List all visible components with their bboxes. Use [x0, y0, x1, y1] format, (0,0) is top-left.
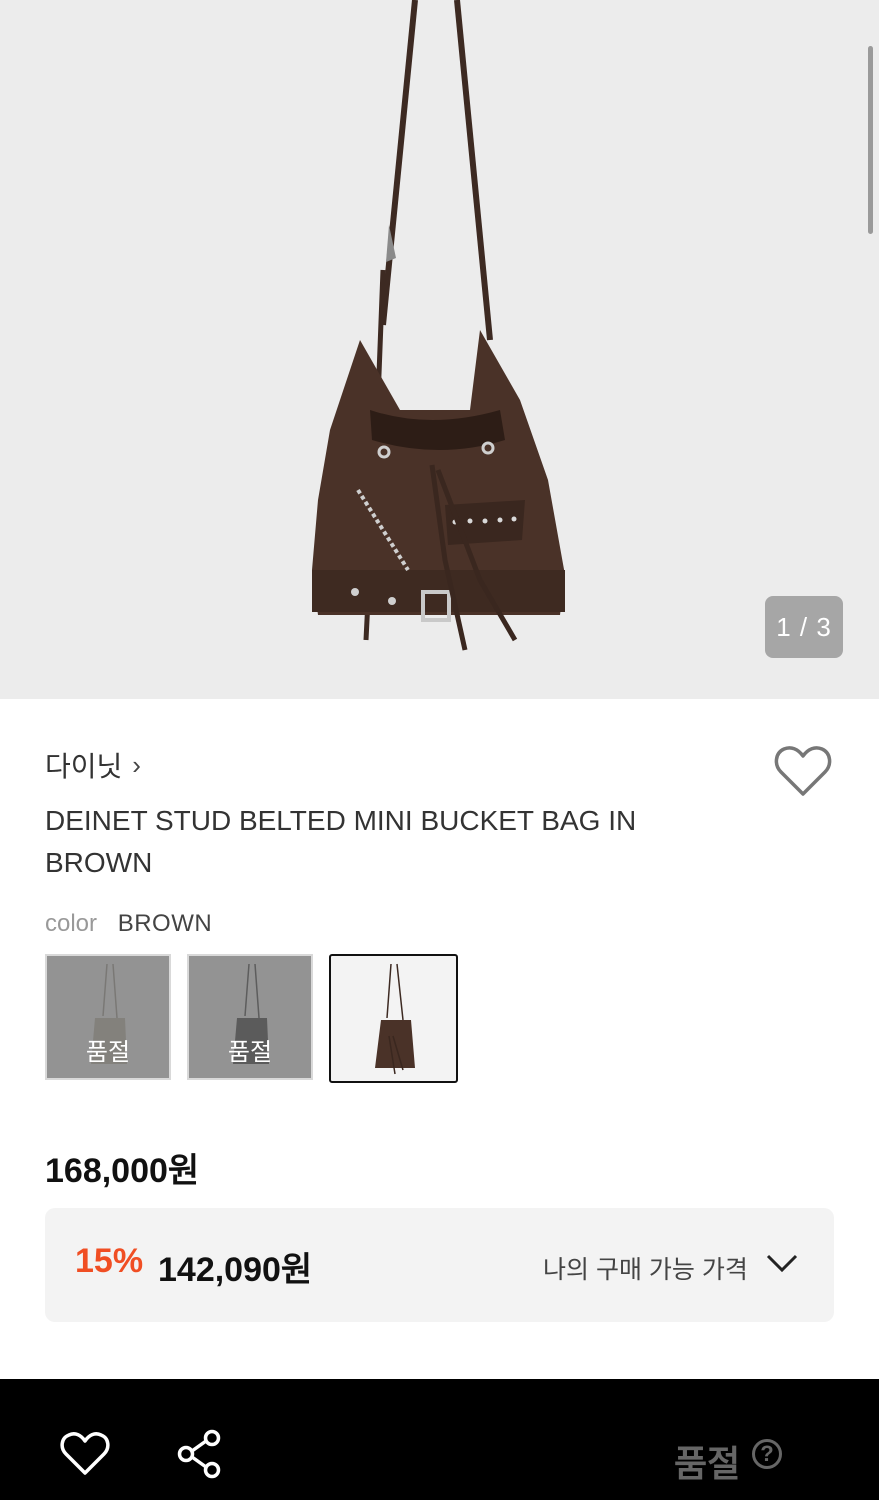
help-icon[interactable]: ?	[752, 1439, 782, 1469]
swatch-beige[interactable]: 품절	[45, 954, 171, 1080]
swatch-brown[interactable]	[329, 954, 458, 1083]
scrollbar[interactable]	[868, 46, 873, 234]
original-price: 168,000원	[45, 1152, 200, 1190]
bottom-action-bar: 품절 ?	[0, 1379, 879, 1500]
wishlist-heart-icon[interactable]	[774, 744, 832, 798]
soldout-label: 품절	[85, 1039, 131, 1066]
color-value: BROWN	[117, 910, 213, 937]
sale-price: 142,090원	[158, 1251, 313, 1289]
my-price-panel[interactable]: 15% 142,090원 나의 구매 가능 가격	[45, 1208, 834, 1322]
discount-rate: 15%	[75, 1242, 144, 1280]
color-swatches: 품절 품절	[45, 954, 474, 1083]
swatch-black[interactable]: 품절	[187, 954, 313, 1080]
color-option-row: color BROWN	[45, 910, 212, 938]
color-label: color	[45, 910, 98, 937]
swatch-bag-image	[375, 963, 415, 1075]
heart-icon[interactable]	[60, 1431, 110, 1477]
share-icon[interactable]	[176, 1429, 222, 1479]
product-image-gallery[interactable]: 1 / 3	[0, 0, 879, 699]
product-title: DEINET STUD BELTED MINI BUCKET BAG IN BR…	[45, 805, 637, 878]
brand-link[interactable]: 다이닛 ›	[45, 745, 141, 785]
soldout-button: 품절	[674, 1443, 741, 1484]
chevron-down-icon[interactable]	[765, 1252, 799, 1274]
chevron-right-icon: ›	[132, 749, 141, 780]
product-image	[312, 0, 565, 651]
my-price-label: 나의 구매 가능 가격	[543, 1256, 748, 1284]
brand-name: 다이닛	[45, 751, 123, 782]
soldout-label: 품절	[227, 1039, 273, 1066]
image-counter: 1 / 3	[765, 596, 843, 658]
